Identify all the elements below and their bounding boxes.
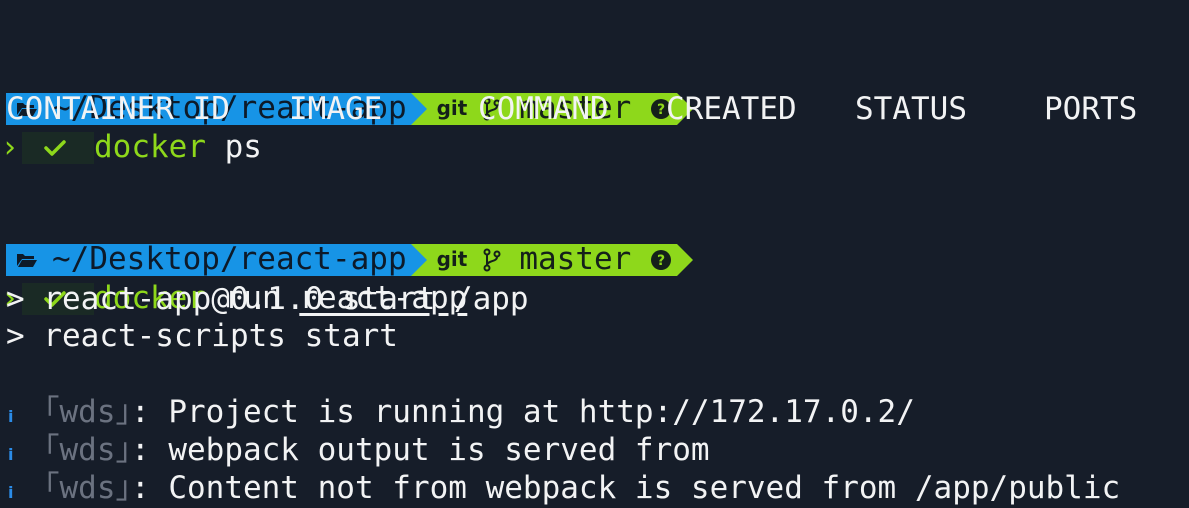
prompt-line-2: ~/Desktop/react-app git master ?: [6, 169, 694, 277]
branch-icon: [483, 248, 501, 272]
wds-tag: ｢wds｣: [44, 470, 131, 506]
status-segment: [22, 131, 94, 164]
prompt-line-1: ~/Desktop/react-app git master ?: [6, 18, 694, 126]
terminal-window[interactable]: ~/Desktop/react-app git master ? › docke…: [0, 0, 1189, 508]
info-icon: i: [8, 483, 14, 502]
column-header: COMMAND: [478, 91, 609, 127]
question-icon: ?: [651, 250, 672, 271]
output-line: > react-scripts start: [6, 318, 398, 354]
powerline-separator: [677, 244, 694, 277]
wds-log-line: i ｢wds｣: webpack output is served from: [6, 432, 710, 470]
wds-log-line: i ｢wds｣: Project is running at http://172…: [6, 394, 915, 432]
output-line: > react-app@0.1.0 start /app: [6, 281, 529, 317]
svg-text:?: ?: [657, 253, 665, 269]
column-header: STATUS: [855, 91, 967, 127]
command-line-1: › docker ps: [4, 54, 262, 165]
wds-message: : Project is running at http://172.17.0.…: [131, 394, 915, 430]
wds-log-line: i ｢wds｣: Content not from webpack is serv…: [6, 470, 1120, 508]
column-header: CONTAINER ID: [6, 91, 230, 127]
command-name: docker: [94, 129, 206, 166]
chevron-right-icon: ›: [4, 130, 16, 166]
wds-message: : Content not from webpack is served fro…: [131, 470, 1121, 506]
wds-tag: ｢wds｣: [44, 394, 131, 430]
wds-tag: ｢wds｣: [44, 432, 131, 468]
prompt-branch: master: [519, 241, 632, 278]
column-header: IMAGE: [289, 91, 383, 127]
column-header: CREATED: [666, 91, 797, 127]
command-args: ps: [205, 129, 262, 166]
check-icon: [44, 140, 66, 156]
column-header: PORTS: [1044, 91, 1138, 127]
ps-table-header: CONTAINER ID IMAGE COMMAND CREATED STATU…: [6, 91, 1186, 129]
info-icon: i: [8, 445, 14, 464]
wds-message: : webpack output is served from: [131, 432, 710, 468]
info-icon: i: [8, 407, 14, 426]
command-line-2: › docker run react-app: [4, 205, 467, 316]
